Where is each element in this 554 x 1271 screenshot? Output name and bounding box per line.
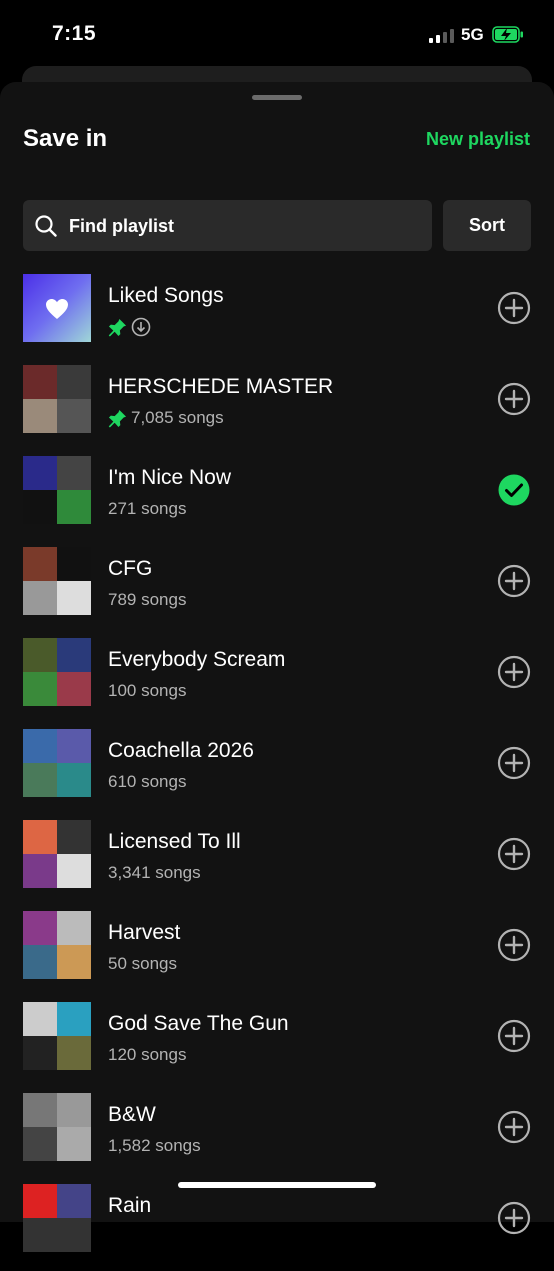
liked-songs-cover (23, 274, 91, 342)
playlist-name: Rain (108, 1194, 152, 1217)
network-label: 5G (461, 25, 484, 44)
playlist-meta: 7,085 songs (108, 408, 224, 428)
add-circle-icon[interactable] (497, 382, 531, 416)
add-circle-icon[interactable] (497, 564, 531, 598)
playlist-row[interactable]: Liked Songs (0, 270, 554, 361)
song-count: 1,582 songs (108, 1136, 201, 1155)
playlist-name: God Save The Gun (108, 1012, 289, 1035)
signal-icon (429, 28, 454, 43)
playlist-name: Liked Songs (108, 284, 224, 307)
playlist-list: Liked Songs HERSCHEDE MASTER 7,085 songs I'… (0, 270, 554, 1271)
new-playlist-button[interactable]: New playlist (426, 129, 530, 150)
playlist-cover (23, 365, 91, 433)
playlist-name: Everybody Scream (108, 648, 286, 671)
playlist-meta: 100 songs (108, 681, 186, 701)
playlist-cover (23, 1093, 91, 1161)
playlist-name: Coachella 2026 (108, 739, 254, 762)
add-circle-icon[interactable] (497, 746, 531, 780)
playlist-name: HERSCHEDE MASTER (108, 375, 334, 398)
heart-icon (46, 299, 68, 319)
playlist-name: Licensed To Ill (108, 830, 241, 853)
playlist-row[interactable]: Coachella 2026 610 songs (0, 725, 554, 816)
playlist-meta: 3,341 songs (108, 863, 201, 883)
playlist-row[interactable]: B&W 1,582 songs (0, 1089, 554, 1180)
playlist-row[interactable]: Everybody Scream 100 songs (0, 634, 554, 725)
song-count: 271 songs (108, 499, 187, 518)
song-count: 120 songs (108, 1045, 187, 1064)
playlist-name: B&W (108, 1103, 156, 1126)
add-circle-icon[interactable] (497, 291, 531, 325)
playlist-cover (23, 638, 91, 706)
home-indicator[interactable] (178, 1182, 376, 1188)
search-icon (35, 215, 57, 237)
playlist-meta (108, 317, 151, 337)
status-bar: 7:15 5G (0, 0, 554, 64)
playlist-cover (23, 820, 91, 888)
sheet-title: Save in (23, 125, 108, 152)
playlist-name: CFG (108, 557, 153, 580)
find-playlist-placeholder: Find playlist (69, 216, 175, 236)
playlist-row[interactable]: God Save The Gun 120 songs (0, 998, 554, 1089)
playlist-row[interactable]: Harvest 50 songs (0, 907, 554, 998)
playlist-row[interactable]: CFG 789 songs (0, 543, 554, 634)
pin-icon (108, 318, 127, 337)
playlist-cover (23, 547, 91, 615)
add-circle-icon[interactable] (497, 1201, 531, 1235)
playlist-row[interactable]: HERSCHEDE MASTER 7,085 songs (0, 361, 554, 452)
song-count: 50 songs (108, 954, 177, 973)
download-icon (131, 317, 151, 337)
playlist-name: I'm Nice Now (108, 466, 232, 489)
playlist-meta: 271 songs (108, 499, 186, 519)
song-count: 3,341 songs (108, 863, 201, 882)
playlist-meta: 610 songs (108, 772, 186, 792)
playlist-name: Harvest (108, 921, 181, 944)
saved-check-icon[interactable] (497, 473, 531, 507)
add-circle-icon[interactable] (497, 1019, 531, 1053)
find-playlist-field[interactable]: Find playlist (23, 200, 432, 251)
playlist-meta: 120 songs (108, 1045, 186, 1065)
playlist-row[interactable]: Licensed To Ill 3,341 songs (0, 816, 554, 907)
playlist-meta: 789 songs (108, 590, 186, 610)
sort-button[interactable]: Sort (443, 200, 531, 251)
battery-charging-icon (492, 26, 523, 43)
playlist-meta: 1,582 songs (108, 1136, 201, 1156)
playlist-cover (23, 456, 91, 524)
drag-handle[interactable] (252, 95, 302, 100)
playlist-cover (23, 729, 91, 797)
song-count: 100 songs (108, 681, 187, 700)
add-circle-icon[interactable] (497, 655, 531, 689)
pin-icon (108, 409, 127, 428)
playlist-cover (23, 911, 91, 979)
add-circle-icon[interactable] (497, 928, 531, 962)
playlist-meta: 50 songs (108, 954, 177, 974)
song-count: 789 songs (108, 590, 187, 609)
song-count: 7,085 songs (131, 408, 224, 427)
add-circle-icon[interactable] (497, 837, 531, 871)
playlist-row[interactable]: Rain (0, 1180, 554, 1271)
playlist-cover (23, 1184, 91, 1252)
playlist-row[interactable]: I'm Nice Now 271 songs (0, 452, 554, 543)
playlist-cover (23, 1002, 91, 1070)
song-count: 610 songs (108, 772, 187, 791)
add-circle-icon[interactable] (497, 1110, 531, 1144)
status-time: 7:15 (52, 22, 97, 45)
